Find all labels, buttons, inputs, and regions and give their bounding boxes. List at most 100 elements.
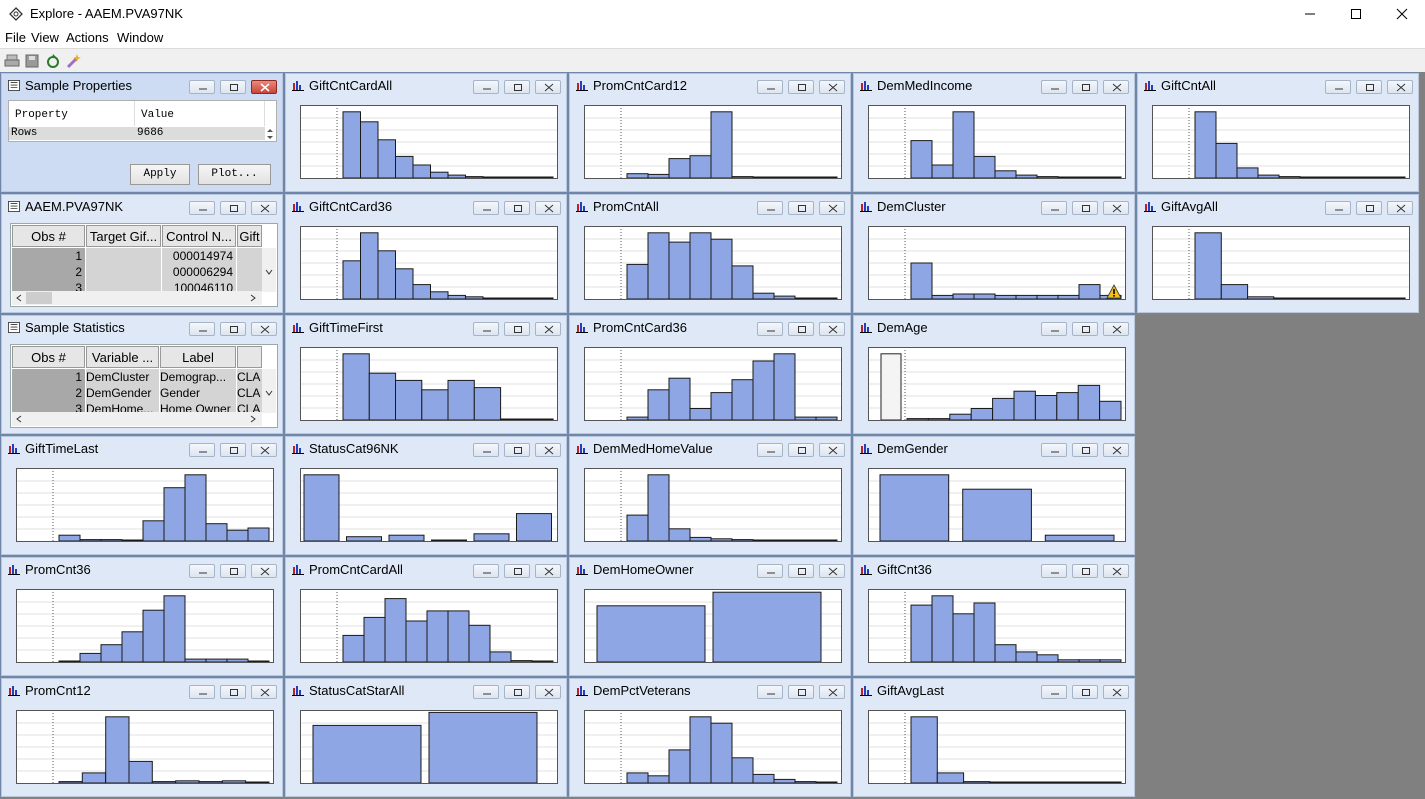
histogram-bar[interactable] bbox=[105, 716, 130, 783]
histogram-bar[interactable] bbox=[596, 605, 706, 662]
histogram-plot-area[interactable] bbox=[300, 710, 558, 784]
histogram-bar[interactable] bbox=[1099, 659, 1122, 662]
histogram-bar[interactable] bbox=[447, 610, 470, 662]
scroll-left-arrow-icon[interactable] bbox=[15, 415, 23, 423]
histogram-bar[interactable] bbox=[752, 176, 775, 178]
histogram-plot-area[interactable] bbox=[868, 347, 1126, 421]
window-minimize-button[interactable] bbox=[473, 80, 499, 94]
window-restore-button[interactable] bbox=[220, 201, 246, 215]
histogram-bar[interactable] bbox=[517, 297, 536, 299]
window-restore-button[interactable] bbox=[504, 201, 530, 215]
histogram-bar[interactable] bbox=[1077, 384, 1101, 420]
histogram-bar[interactable] bbox=[1257, 174, 1280, 178]
histogram-bar[interactable] bbox=[794, 539, 817, 541]
column-header-value[interactable]: Value bbox=[135, 101, 265, 126]
window-header[interactable]: DemMedIncome bbox=[854, 74, 1134, 96]
histogram-bar[interactable] bbox=[58, 781, 83, 783]
histogram-bar[interactable] bbox=[342, 634, 365, 662]
histogram-bar[interactable] bbox=[952, 293, 975, 299]
histogram-bar[interactable] bbox=[245, 781, 270, 783]
window-close-button[interactable] bbox=[535, 322, 561, 336]
scroll-right-arrow-icon[interactable] bbox=[249, 294, 257, 302]
histogram-bar[interactable] bbox=[1325, 297, 1354, 299]
window-close-button[interactable] bbox=[251, 201, 277, 215]
histogram-bar[interactable] bbox=[794, 297, 817, 299]
histogram-bar[interactable] bbox=[1320, 176, 1343, 178]
plot-button[interactable]: Plot... bbox=[198, 164, 271, 185]
column-header[interactable]: Variable ... bbox=[86, 346, 159, 368]
histogram-bar[interactable] bbox=[377, 139, 396, 178]
window-close-button[interactable] bbox=[1387, 80, 1413, 94]
histogram-bar[interactable] bbox=[226, 658, 249, 662]
column-header[interactable]: Obs # bbox=[12, 346, 85, 368]
histogram-bar[interactable] bbox=[121, 539, 144, 541]
window-close-button[interactable] bbox=[1103, 685, 1129, 699]
window-header[interactable]: PromCntAll bbox=[570, 195, 850, 217]
histogram-plot-area[interactable] bbox=[1152, 226, 1410, 300]
histogram-bar[interactable] bbox=[198, 781, 223, 783]
histogram-plot-area[interactable] bbox=[868, 105, 1126, 179]
histogram-bar[interactable] bbox=[500, 418, 528, 420]
histogram-bar[interactable] bbox=[752, 360, 775, 420]
table-cell[interactable] bbox=[86, 248, 161, 264]
histogram-window[interactable]: GiftAvgAll bbox=[1136, 193, 1420, 314]
histogram-bar[interactable] bbox=[1220, 284, 1249, 299]
menu-actions[interactable]: Actions bbox=[66, 30, 109, 45]
histogram-bar[interactable] bbox=[128, 760, 153, 783]
menu-file[interactable]: File bbox=[5, 30, 26, 45]
window-minimize-button[interactable] bbox=[473, 685, 499, 699]
window-header[interactable]: StatusCatStarAll bbox=[286, 679, 566, 701]
histogram-bar[interactable] bbox=[626, 772, 649, 783]
window-minimize-button[interactable] bbox=[757, 201, 783, 215]
histogram-bar[interactable] bbox=[426, 610, 449, 662]
histogram-bar[interactable] bbox=[510, 660, 533, 662]
histogram-bar[interactable] bbox=[428, 711, 538, 783]
histogram-bar[interactable] bbox=[1236, 167, 1259, 178]
histogram-bar[interactable] bbox=[517, 176, 536, 178]
scroll-down-arrow-icon[interactable] bbox=[265, 389, 273, 397]
window-restore-button[interactable] bbox=[220, 322, 246, 336]
histogram-bar[interactable] bbox=[689, 536, 712, 541]
window-minimize-button[interactable] bbox=[757, 322, 783, 336]
histogram-bar[interactable] bbox=[1015, 651, 1038, 662]
histogram-bar[interactable] bbox=[430, 291, 449, 299]
histogram-bar[interactable] bbox=[949, 413, 972, 420]
histogram-bar[interactable] bbox=[1215, 142, 1238, 178]
window-close-button[interactable] bbox=[1103, 322, 1129, 336]
histogram-window[interactable]: PromCntCardAll bbox=[284, 556, 568, 677]
histogram-bar[interactable] bbox=[1278, 176, 1301, 178]
histogram-bar[interactable] bbox=[1057, 176, 1080, 178]
histogram-bar[interactable] bbox=[421, 389, 449, 420]
horizontal-scrollbar[interactable] bbox=[12, 412, 262, 426]
window-minimize-button[interactable] bbox=[1041, 201, 1067, 215]
histogram-bar[interactable] bbox=[516, 513, 552, 541]
window-minimize-button[interactable] bbox=[473, 564, 499, 578]
histogram-plot-area[interactable] bbox=[16, 589, 274, 663]
column-header-property[interactable]: Property bbox=[9, 101, 135, 126]
window-close-button[interactable] bbox=[1103, 564, 1129, 578]
histogram-bar[interactable] bbox=[1194, 232, 1222, 299]
histogram-plot-area[interactable] bbox=[584, 105, 842, 179]
histogram-bar[interactable] bbox=[388, 534, 425, 541]
histogram-bar[interactable] bbox=[710, 238, 733, 299]
histogram-window[interactable]: GiftCntAll bbox=[1136, 72, 1420, 193]
histogram-bar[interactable] bbox=[405, 620, 428, 662]
scroll-thumb[interactable] bbox=[26, 292, 52, 304]
histogram-bar[interactable] bbox=[1352, 297, 1380, 299]
histogram-plot-area[interactable] bbox=[300, 589, 558, 663]
histogram-window[interactable]: GiftTimeFirst bbox=[284, 314, 568, 435]
histogram-bar[interactable] bbox=[482, 176, 501, 178]
histogram-window[interactable]: PromCnt36 bbox=[0, 556, 284, 677]
histogram-bar[interactable] bbox=[412, 284, 431, 299]
window-close-button[interactable] bbox=[535, 80, 561, 94]
table-cell[interactable]: 000006294 bbox=[162, 264, 236, 280]
histogram-bar[interactable] bbox=[412, 164, 431, 178]
histogram-bar[interactable] bbox=[815, 176, 838, 178]
histogram-bar[interactable] bbox=[447, 174, 466, 178]
histogram-bar[interactable] bbox=[936, 772, 965, 783]
histogram-bar[interactable] bbox=[689, 232, 712, 299]
window-minimize-button[interactable] bbox=[757, 80, 783, 94]
histogram-bar[interactable] bbox=[710, 111, 733, 178]
histogram-bar[interactable] bbox=[1068, 781, 1096, 783]
window-restore-button[interactable] bbox=[504, 322, 530, 336]
